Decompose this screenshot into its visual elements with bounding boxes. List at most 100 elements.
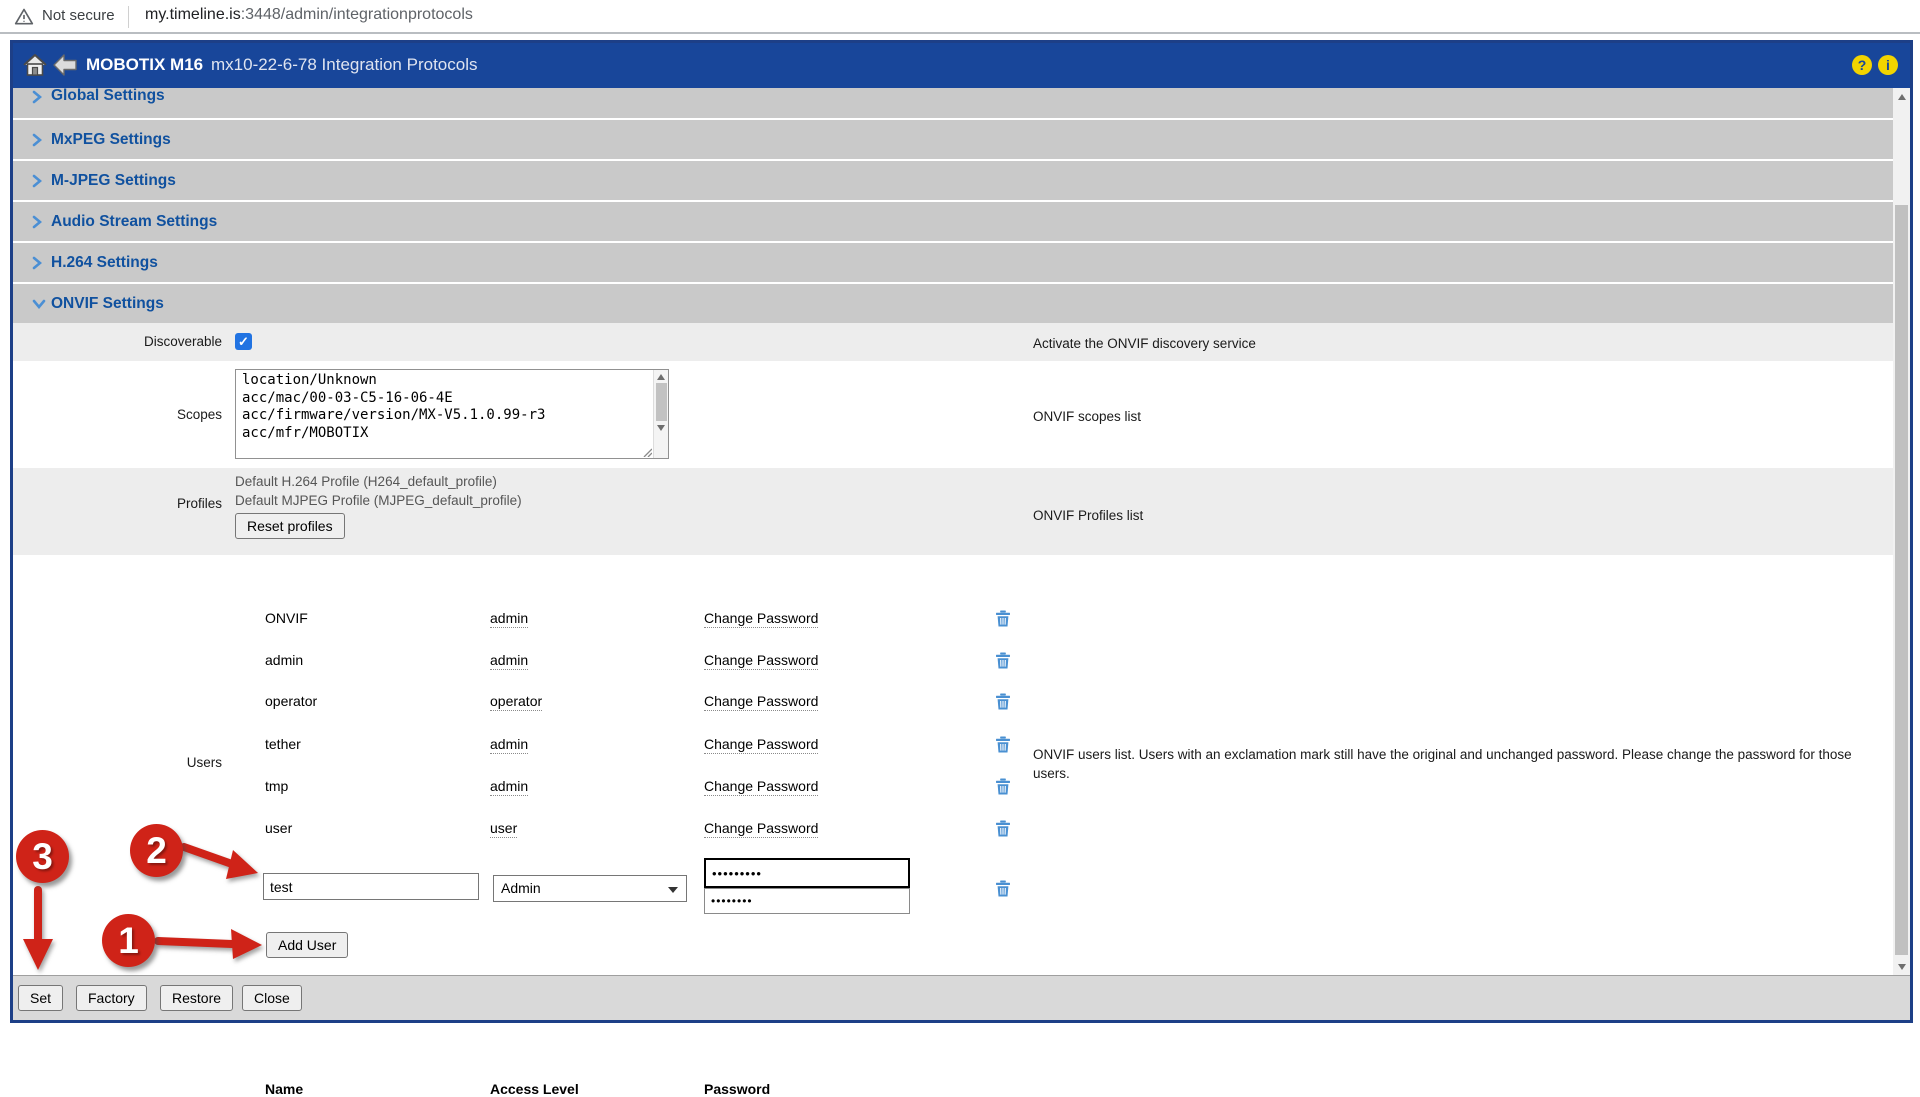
app-title-bar: MOBOTIX M16 mx10-22-6-78 Integration Pro… xyxy=(13,43,1910,88)
change-password-link[interactable]: Change Password xyxy=(704,693,818,713)
column-header-access-level: Access Level xyxy=(490,1081,579,1097)
delete-user-icon[interactable] xyxy=(995,693,1011,710)
new-user-password-confirm-input[interactable] xyxy=(704,888,910,914)
users-description: ONVIF users list. Users with an exclamat… xyxy=(1033,745,1873,783)
annotation-step-2: 2 xyxy=(130,824,183,877)
set-button[interactable]: Set xyxy=(18,985,63,1011)
discoverable-description: Activate the ONVIF discovery service xyxy=(1033,334,1256,353)
profiles-label: Profiles xyxy=(13,496,222,511)
textarea-scrollbar[interactable] xyxy=(653,370,668,458)
scroll-up-icon[interactable] xyxy=(657,374,665,380)
user-access-level: user xyxy=(490,820,517,840)
url-host: my.timeline.is xyxy=(145,6,241,23)
back-arrow-icon[interactable] xyxy=(53,54,77,76)
section-label: MxPEG Settings xyxy=(51,131,171,149)
delete-user-icon[interactable] xyxy=(995,652,1011,669)
user-access-level: admin xyxy=(490,652,528,672)
browser-address-bar[interactable]: Not secure my.timeline.is:3448/admin/int… xyxy=(0,0,1920,34)
delete-user-icon[interactable] xyxy=(995,820,1011,837)
section-audio-stream-settings[interactable]: Audio Stream Settings xyxy=(13,202,1893,241)
scopes-label: Scopes xyxy=(13,407,222,422)
user-name: operator xyxy=(265,693,317,713)
delete-user-icon[interactable] xyxy=(995,880,1011,897)
user-name: tether xyxy=(265,736,301,756)
delete-user-icon[interactable] xyxy=(995,610,1011,627)
factory-button[interactable]: Factory xyxy=(76,985,147,1011)
profile-item: Default H.264 Profile (H264_default_prof… xyxy=(235,474,497,489)
select-chevron-icon xyxy=(668,887,678,893)
scroll-thumb[interactable] xyxy=(656,383,667,421)
info-icon[interactable]: i xyxy=(1878,55,1898,75)
change-password-link[interactable]: Change Password xyxy=(704,778,818,798)
section-global-settings[interactable]: Global Settings xyxy=(13,88,1893,118)
chevron-right-icon xyxy=(32,133,46,147)
column-header-name: Name xyxy=(265,1081,303,1097)
add-user-button[interactable]: Add User xyxy=(266,932,348,958)
new-user-access-level-select[interactable]: Admin xyxy=(493,875,687,902)
section-h264-settings[interactable]: H.264 Settings xyxy=(13,243,1893,282)
page-scrollbar[interactable] xyxy=(1893,88,1910,975)
users-section: Users Name Access Level Password ONVIF a… xyxy=(13,555,1893,975)
restore-button[interactable]: Restore xyxy=(160,985,233,1011)
home-icon[interactable] xyxy=(21,51,49,79)
section-label: Audio Stream Settings xyxy=(51,213,217,231)
delete-user-icon[interactable] xyxy=(995,778,1011,795)
change-password-link[interactable]: Change Password xyxy=(704,652,818,672)
new-user-name-input[interactable] xyxy=(263,873,479,900)
user-name: user xyxy=(265,820,292,840)
help-icon[interactable]: ? xyxy=(1852,55,1872,75)
scopes-row: Scopes location/Unknown acc/mac/00-03-C5… xyxy=(13,361,1893,468)
scroll-up-icon[interactable] xyxy=(1898,94,1906,100)
scopes-value: location/Unknown acc/mac/00-03-C5-16-06-… xyxy=(242,372,650,456)
scopes-textarea[interactable]: location/Unknown acc/mac/00-03-C5-16-06-… xyxy=(235,369,669,459)
footer-bar: Set Factory Restore Close xyxy=(13,975,1910,1020)
reset-profiles-button[interactable]: Reset profiles xyxy=(235,513,345,539)
user-access-level: admin xyxy=(490,610,528,630)
annotation-step-1: 1 xyxy=(102,914,155,967)
profile-item: Default MJPEG Profile (MJPEG_default_pro… xyxy=(235,493,522,508)
section-label: Global Settings xyxy=(51,88,165,105)
profiles-row: Profiles Default H.264 Profile (H264_def… xyxy=(13,468,1893,555)
users-label: Users xyxy=(13,755,222,770)
chevron-right-icon xyxy=(32,174,46,188)
section-label: H.264 Settings xyxy=(51,254,158,272)
scroll-down-icon[interactable] xyxy=(1898,964,1906,970)
change-password-link[interactable]: Change Password xyxy=(704,610,818,630)
profiles-description: ONVIF Profiles list xyxy=(1033,506,1143,525)
not-secure-warning-icon xyxy=(14,7,34,27)
section-mxpeg-settings[interactable]: MxPEG Settings xyxy=(13,120,1893,159)
omnibox-divider xyxy=(128,6,129,28)
chevron-right-icon xyxy=(32,256,46,270)
section-onvif-settings[interactable]: ONVIF Settings xyxy=(13,284,1893,323)
scopes-description: ONVIF scopes list xyxy=(1033,407,1141,426)
annotation-step-3: 3 xyxy=(16,830,69,883)
app-brand: MOBOTIX M16 xyxy=(86,55,203,75)
column-header-password: Password xyxy=(704,1081,770,1097)
app-window: MOBOTIX M16 mx10-22-6-78 Integration Pro… xyxy=(10,40,1913,1023)
section-mjpeg-settings[interactable]: M-JPEG Settings xyxy=(13,161,1893,200)
url-text[interactable]: my.timeline.is:3448/admin/integrationpro… xyxy=(145,6,473,24)
new-user-password-input[interactable] xyxy=(704,858,910,888)
user-access-level: operator xyxy=(490,693,542,713)
user-name: tmp xyxy=(265,778,288,798)
security-label: Not secure xyxy=(42,7,115,24)
user-name: ONVIF xyxy=(265,610,308,630)
change-password-link[interactable]: Change Password xyxy=(704,820,818,840)
scroll-thumb[interactable] xyxy=(1895,205,1908,955)
chevron-right-icon xyxy=(32,90,46,104)
resize-grip-icon[interactable] xyxy=(642,447,652,457)
close-button[interactable]: Close xyxy=(242,985,302,1011)
delete-user-icon[interactable] xyxy=(995,736,1011,753)
selected-access-level: Admin xyxy=(501,880,541,896)
section-label: M-JPEG Settings xyxy=(51,172,176,190)
user-access-level: admin xyxy=(490,736,528,756)
user-name: admin xyxy=(265,652,303,672)
discoverable-checkbox[interactable]: ✓ xyxy=(235,333,252,350)
discoverable-label: Discoverable xyxy=(13,334,222,349)
user-access-level: admin xyxy=(490,778,528,798)
chevron-right-icon xyxy=(32,215,46,229)
change-password-link[interactable]: Change Password xyxy=(704,736,818,756)
scroll-down-icon[interactable] xyxy=(657,425,665,431)
page-title: mx10-22-6-78 Integration Protocols xyxy=(211,55,477,75)
url-path: :3448/admin/integrationprotocols xyxy=(241,6,473,23)
